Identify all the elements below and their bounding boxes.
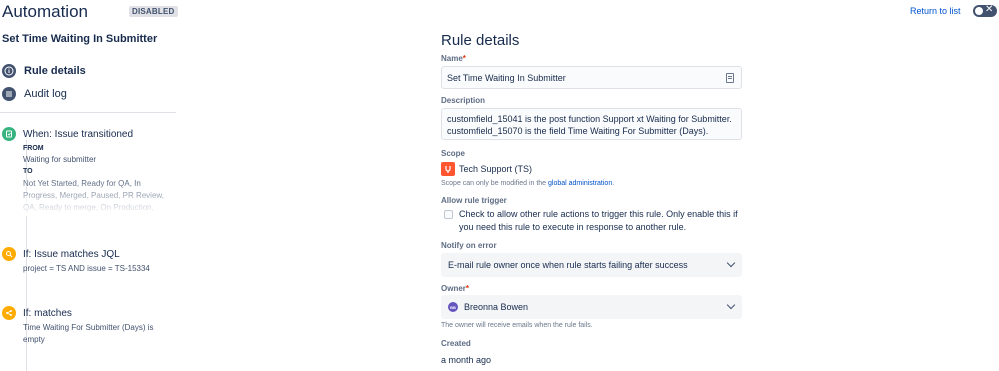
nav-divider: [0, 112, 176, 113]
status-badge: DISABLED: [129, 6, 178, 17]
global-administration-link[interactable]: global administration: [548, 180, 612, 187]
document-icon: [726, 73, 734, 83]
transition-icon: [2, 127, 16, 141]
allow-trigger-checkbox[interactable]: [444, 210, 453, 219]
allow-trigger-label: Allow rule trigger: [441, 196, 507, 205]
nav-item-audit-log[interactable]: Audit log: [2, 87, 67, 101]
scope-note: Scope can only be modified in the global…: [441, 180, 615, 187]
created-label: Created: [441, 339, 471, 348]
owner-note: The owner will receive emails when the r…: [441, 322, 593, 329]
nav-label: Audit log: [24, 88, 67, 100]
nav-label: Rule details: [24, 65, 86, 77]
created-value: a month ago: [441, 355, 492, 365]
notify-label: Notify on error: [441, 241, 497, 250]
info-icon: [2, 64, 16, 78]
owner-select[interactable]: BB Breonna Bowen: [441, 295, 742, 319]
condition-jql-title[interactable]: If: Issue matches JQL: [23, 249, 120, 260]
notify-select[interactable]: E-mail rule owner once when rule starts …: [441, 253, 742, 277]
name-input[interactable]: Set Time Waiting In Submitter: [441, 66, 742, 89]
chevron-down-icon: [726, 258, 736, 268]
return-to-list-link[interactable]: Return to list: [910, 6, 961, 16]
nav-item-rule-details[interactable]: Rule details: [2, 64, 86, 78]
condition-jql-detail: project = TS AND issue = TS-15334: [23, 264, 150, 273]
trigger-title[interactable]: When: Issue transitioned: [23, 129, 133, 140]
trigger-from-label: FROM: [23, 145, 44, 152]
owner-label: Owner*: [441, 284, 470, 293]
close-x-icon: ✕: [985, 4, 994, 15]
description-textarea[interactable]: customfield_15041 is the post function S…: [441, 108, 742, 140]
project-avatar-icon: [441, 162, 455, 176]
trigger-from-value: Waiting for submitter: [23, 155, 97, 164]
panel-title: Rule details: [441, 32, 520, 49]
name-input-value: Set Time Waiting In Submitter: [447, 73, 566, 83]
name-label: Name*: [441, 54, 466, 63]
allow-trigger-text: Check to allow other rule actions to tri…: [459, 209, 738, 232]
rule-name-heading: Set Time Waiting In Submitter: [2, 33, 158, 45]
trigger-to-label: TO: [23, 168, 33, 175]
list-icon: [2, 87, 16, 101]
notify-select-value: E-mail rule owner once when rule starts …: [448, 260, 688, 270]
avatar: BB: [448, 302, 458, 312]
scope-value: Tech Support (TS): [459, 164, 533, 174]
owner-select-value: Breonna Bowen: [464, 302, 529, 312]
trigger-to-value: Not Yet Started, Ready for QA, In Progre…: [23, 179, 164, 212]
description-label: Description: [441, 96, 486, 105]
chevron-down-icon: [726, 300, 736, 310]
app-title: Automation: [2, 2, 88, 21]
condition-matches-detail: Time Waiting For Submitter (Days) is emp…: [23, 323, 154, 344]
scope-label: Scope: [441, 149, 466, 158]
rule-enabled-toggle[interactable]: ✕: [973, 4, 997, 17]
toggle-knob: [975, 7, 983, 15]
branch-icon: [2, 306, 16, 320]
search-icon: [2, 247, 16, 261]
scope-value-row: Tech Support (TS): [441, 162, 532, 176]
condition-matches-title[interactable]: If: matches: [23, 308, 72, 319]
